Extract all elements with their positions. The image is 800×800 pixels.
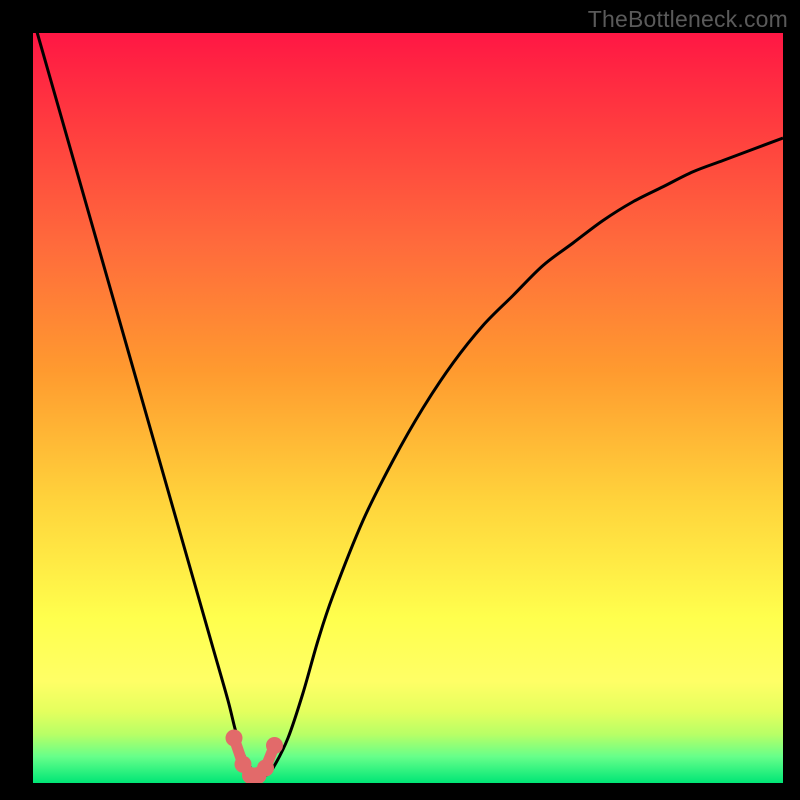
bottleneck-curve xyxy=(33,33,783,776)
chart-frame: TheBottleneck.com xyxy=(0,0,800,800)
optimal-marker xyxy=(226,730,243,747)
chart-svg xyxy=(33,33,783,783)
plot-area xyxy=(33,33,783,783)
optimal-marker xyxy=(257,760,274,777)
optimal-marker xyxy=(266,737,283,754)
watermark-text: TheBottleneck.com xyxy=(588,6,788,33)
optimal-region-markers xyxy=(226,730,284,784)
